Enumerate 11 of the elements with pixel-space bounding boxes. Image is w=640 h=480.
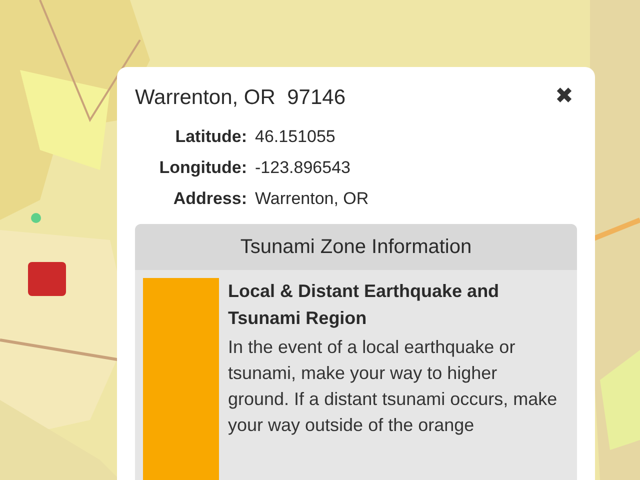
field-label: Latitude:	[174, 126, 247, 148]
field-value: 46.151055	[255, 126, 336, 148]
close-button[interactable]: ✖	[555, 83, 573, 109]
field-value: -123.896543	[255, 157, 352, 179]
zone-name: Local & Distant Earthquake and Tsunami Region	[228, 280, 500, 330]
panel-header: Tsunami Zone Information	[135, 224, 577, 270]
field-value: Warrenton, OR	[255, 188, 370, 210]
zone-description: In the event of a local earthquake or tsunami, make your way to higher ground. If a distant tsunami occurs, make your way outside of the orange	[228, 336, 558, 437]
popup-title: Warrenton, OR 97146	[135, 85, 346, 111]
field-label: Address:	[172, 188, 247, 210]
field-label: Longitude:	[158, 157, 247, 179]
